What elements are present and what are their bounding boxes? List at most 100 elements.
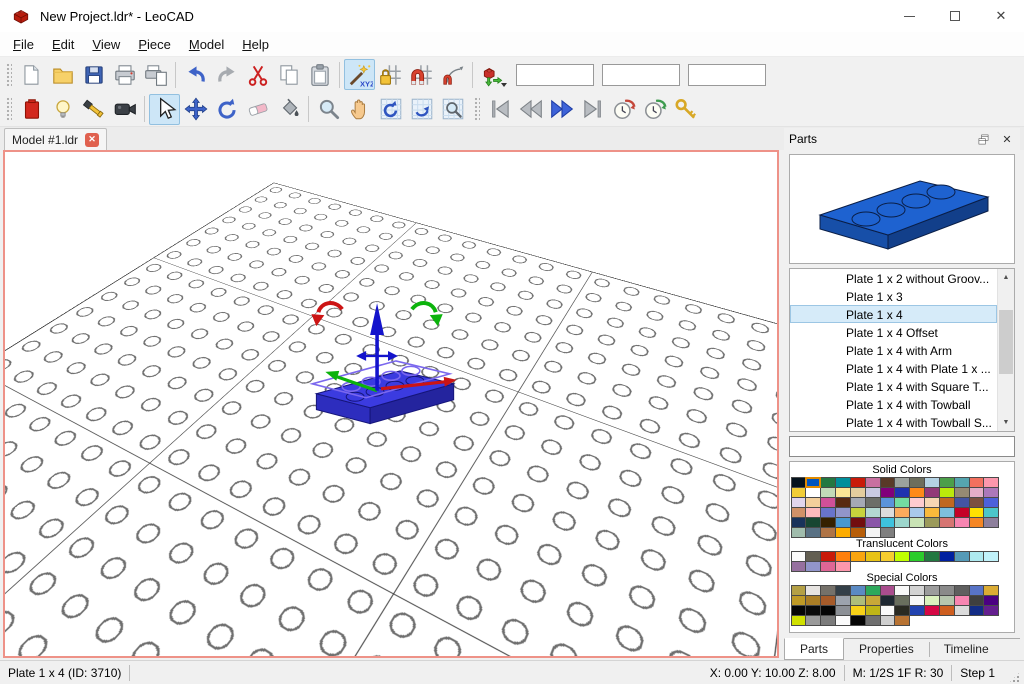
last-step-button[interactable]	[577, 94, 608, 125]
color-swatch[interactable]	[969, 605, 985, 616]
viewport-3d[interactable]	[3, 150, 779, 658]
zoom-button[interactable]	[313, 94, 344, 125]
float-panel-button[interactable]	[975, 131, 991, 147]
pan-button[interactable]	[344, 94, 375, 125]
previous-step-button[interactable]	[515, 94, 546, 125]
parts-list-item[interactable]: Plate 1 x 4 with Towball	[790, 395, 997, 413]
color-swatch[interactable]	[894, 517, 910, 528]
color-swatch[interactable]	[805, 477, 821, 488]
light-button[interactable]	[47, 94, 78, 125]
color-swatch[interactable]	[969, 551, 985, 562]
scroll-thumb[interactable]	[999, 310, 1013, 374]
color-swatch[interactable]	[909, 605, 925, 616]
transform-z-input[interactable]	[688, 64, 766, 86]
cut-button[interactable]	[242, 59, 273, 90]
color-swatch[interactable]	[924, 517, 940, 528]
save-button[interactable]	[78, 59, 109, 90]
minimize-button[interactable]	[886, 0, 932, 32]
tab-close-button[interactable]: ✕	[85, 133, 99, 147]
color-swatch[interactable]	[865, 551, 881, 562]
parts-list-item[interactable]: Plate 1 x 4 with Towball S...	[790, 413, 997, 431]
move-piece-button[interactable]	[477, 59, 508, 90]
snap-grid-button[interactable]	[406, 59, 437, 90]
color-swatch[interactable]	[820, 561, 836, 572]
toolbar-handle[interactable]	[474, 97, 480, 121]
color-swatch[interactable]	[835, 527, 851, 538]
redo-button[interactable]	[211, 59, 242, 90]
parts-filter-input[interactable]	[789, 436, 1015, 457]
color-swatch[interactable]	[880, 527, 896, 538]
color-swatch[interactable]	[791, 561, 807, 572]
parts-list-item[interactable]: Plate 1 x 3	[790, 287, 997, 305]
first-step-button[interactable]	[484, 94, 515, 125]
color-swatch[interactable]	[805, 527, 821, 538]
roll-button[interactable]	[406, 94, 437, 125]
color-swatch[interactable]	[939, 605, 955, 616]
parts-list-scrollbar[interactable]: ▲ ▼	[997, 269, 1014, 431]
close-button[interactable]: ✕	[978, 0, 1024, 32]
color-swatch[interactable]	[983, 605, 999, 616]
insert-step-after-button[interactable]	[639, 94, 670, 125]
color-swatch[interactable]	[805, 561, 821, 572]
scroll-up-arrow[interactable]: ▲	[998, 269, 1014, 286]
rotate-view-button[interactable]	[375, 94, 406, 125]
color-swatch[interactable]	[850, 551, 866, 562]
close-panel-button[interactable]: ✕	[999, 131, 1015, 147]
model-tab[interactable]: Model #1.ldr✕	[4, 128, 107, 150]
color-swatch[interactable]	[835, 615, 851, 626]
open-button[interactable]	[47, 59, 78, 90]
part-preview[interactable]	[789, 154, 1015, 264]
lock-button[interactable]	[670, 94, 701, 125]
delete-button[interactable]	[242, 94, 273, 125]
menu-view[interactable]: View	[83, 34, 129, 55]
toolbar-handle[interactable]	[6, 97, 12, 121]
menu-edit[interactable]: Edit	[43, 34, 83, 55]
color-swatch[interactable]	[954, 551, 970, 562]
camera-button[interactable]	[109, 94, 140, 125]
menu-piece[interactable]: Piece	[129, 34, 180, 55]
color-swatch[interactable]	[850, 615, 866, 626]
color-swatch[interactable]	[880, 551, 896, 562]
print-preview-button[interactable]	[140, 59, 171, 90]
toolbar-handle[interactable]	[6, 63, 12, 87]
menu-model[interactable]: Model	[180, 34, 233, 55]
color-swatch[interactable]	[983, 517, 999, 528]
color-swatch[interactable]	[909, 517, 925, 528]
scroll-down-arrow[interactable]: ▼	[998, 414, 1014, 431]
maximize-button[interactable]	[932, 0, 978, 32]
color-swatch[interactable]	[791, 527, 807, 538]
gizmo-rotate-y-handle[interactable]	[412, 303, 443, 326]
color-swatch[interactable]	[820, 527, 836, 538]
copy-button[interactable]	[273, 59, 304, 90]
color-swatch[interactable]	[924, 605, 940, 616]
paste-button[interactable]	[304, 59, 335, 90]
undo-button[interactable]	[180, 59, 211, 90]
insert-piece-button[interactable]	[16, 94, 47, 125]
insert-step-before-button[interactable]	[608, 94, 639, 125]
dock-tab-properties[interactable]: Properties	[844, 639, 929, 660]
paint-button[interactable]	[273, 94, 304, 125]
parts-list-item[interactable]: Plate 1 x 4 with Plate 1 x ...	[790, 359, 997, 377]
color-swatch[interactable]	[865, 615, 881, 626]
transform-x-input[interactable]	[516, 64, 594, 86]
parts-list-item[interactable]: Plate 1 x 2 without Groov...	[790, 269, 997, 287]
menu-help[interactable]: Help	[233, 34, 278, 55]
select-button[interactable]	[149, 94, 180, 125]
color-swatch[interactable]	[880, 615, 896, 626]
color-swatch[interactable]	[894, 551, 910, 562]
next-step-button[interactable]	[546, 94, 577, 125]
color-swatch[interactable]	[850, 527, 866, 538]
color-swatch[interactable]	[939, 517, 955, 528]
parts-list-item[interactable]: Plate 1 x 4 with Arm	[790, 341, 997, 359]
color-swatch[interactable]	[865, 527, 881, 538]
color-swatch[interactable]	[820, 615, 836, 626]
resize-grip[interactable]	[1008, 671, 1021, 684]
color-swatch[interactable]	[924, 551, 940, 562]
print-button[interactable]	[109, 59, 140, 90]
snap-move-button[interactable]	[375, 59, 406, 90]
move-button[interactable]	[180, 94, 211, 125]
color-swatch[interactable]	[894, 615, 910, 626]
color-swatch[interactable]	[805, 615, 821, 626]
new-button[interactable]	[16, 59, 47, 90]
rotate-button[interactable]	[211, 94, 242, 125]
